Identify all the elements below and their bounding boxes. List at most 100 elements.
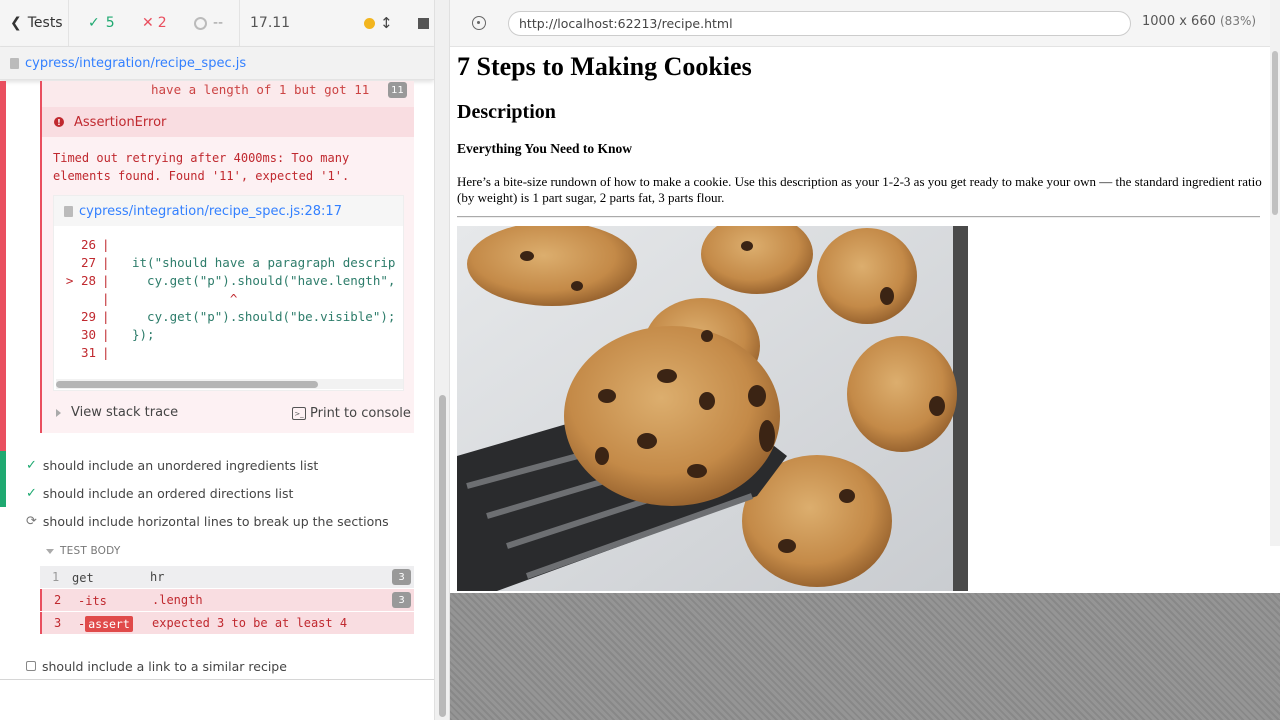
running-indicator (364, 0, 376, 46)
line-code: cy.get("p").should("be.visible"); (132, 309, 396, 324)
cookie-photo-illustration (457, 226, 968, 591)
command-number: 3 (54, 616, 62, 630)
command-row-failed[interactable]: 2 -its .length 3 (40, 589, 414, 611)
tests-nav-button[interactable]: ❮ Tests (0, 0, 69, 46)
error-message-line-1: Timed out retrying after 4000ms: Too man… (53, 151, 350, 165)
check-icon: ✓ (88, 15, 100, 31)
element-count-badge: 11 (388, 82, 407, 98)
stop-icon (418, 17, 429, 29)
error-panel: ! AssertionError Timed out retrying afte… (40, 107, 414, 433)
line-bar: | (102, 327, 110, 342)
test-item-passed[interactable]: ✓ should include an unordered ingredient… (26, 454, 318, 476)
arrows-vertical-icon: ↕ (380, 14, 393, 32)
app-preview-panel: http://localhost:62213/recipe.html 1000 … (450, 0, 1280, 720)
spec-file-bar: cypress/integration/recipe_spec.js (0, 47, 434, 80)
file-icon (10, 57, 19, 69)
code-line-caret: | ^ (54, 290, 403, 308)
command-number: 2 (54, 593, 62, 607)
reporter-header: ❮ Tests ✓ 5 ✕ 2 -- 17.11 ↕ (0, 0, 434, 47)
description-paragraph: Here’s a bite-size rundown of how to mak… (457, 174, 1262, 205)
failed-count: 2 (157, 15, 167, 31)
error-name: AssertionError (74, 114, 167, 130)
file-icon (64, 205, 73, 217)
command-number: 1 (52, 570, 60, 584)
element-count-badge: 3 (392, 592, 411, 608)
test-body-toggle[interactable]: TEST BODY (46, 545, 120, 557)
terminal-icon: >_ (292, 407, 306, 420)
reporter-resize-handle[interactable] (434, 0, 450, 720)
code-line: 31 | (54, 344, 403, 362)
url-field[interactable]: http://localhost:62213/recipe.html (508, 11, 1131, 36)
line-number: 26 (80, 237, 96, 252)
reporter-scrollbar-thumb[interactable] (439, 395, 446, 717)
cookie-photo (457, 226, 968, 591)
command-name: - assert (78, 616, 133, 632)
spec-file-link[interactable]: cypress/integration/recipe_spec.js (25, 56, 246, 71)
view-stack-trace-toggle[interactable]: View stack trace (56, 405, 178, 420)
command-message: .length (152, 593, 203, 607)
test-item-running[interactable]: ⟳ should include horizontal lines to bre… (26, 510, 389, 532)
code-line-highlighted: > 28 | cy.get("p").should("have.length", (54, 272, 403, 290)
chevron-left-icon: ❮ (10, 15, 22, 31)
test-item-pending[interactable]: should include a link to a similar recip… (26, 655, 287, 677)
page-subtitle: Description (457, 101, 556, 123)
line-code: cy.get("p").should("have.length", (132, 273, 396, 288)
line-number: 30 (80, 327, 96, 342)
code-frame-file-link[interactable]: cypress/integration/recipe_spec.js:28:17 (79, 204, 342, 219)
caret-down-icon (46, 548, 54, 554)
passed-test-indicator (0, 451, 6, 507)
passed-stat: ✓ 5 (70, 0, 126, 46)
print-to-console-button[interactable]: >_ Print to console (292, 406, 411, 421)
test-body-label: TEST BODY (60, 545, 121, 557)
line-bar: | (102, 309, 110, 324)
selector-playground-icon[interactable] (472, 16, 486, 30)
error-header: ! AssertionError (42, 107, 414, 137)
previous-command-row[interactable]: have a length of 1 but got 11 11 (40, 81, 414, 107)
assert-tag: assert (85, 616, 133, 632)
test-item-passed[interactable]: ✓ should include an ordered directions l… (26, 482, 293, 504)
code-frame-file: cypress/integration/recipe_spec.js:28:17 (54, 196, 403, 226)
line-number: 27 (80, 255, 96, 270)
code-frame-source: 26 | 27 | it("should have a paragraph descr… (54, 236, 403, 362)
code-line: 26 | (54, 236, 403, 254)
code-line: 27 | it("should have a paragraph descrip (54, 254, 403, 272)
command-row[interactable]: 1 get hr 3 (40, 566, 414, 588)
check-icon: ✓ (26, 485, 37, 501)
code-line: 30 |}); (54, 326, 403, 344)
x-icon: ✕ (142, 15, 154, 31)
line-number: 29 (80, 309, 96, 324)
passed-count: 5 (105, 15, 115, 31)
viewport-scale: (83%) (1220, 14, 1257, 28)
previous-command-message: have a length of 1 but got 11 (151, 82, 370, 97)
reporter-panel: ❮ Tests ✓ 5 ✕ 2 -- 17.11 ↕ cypress/integ… (0, 0, 434, 720)
code-frame: cypress/integration/recipe_spec.js:28:17… (53, 195, 404, 391)
test-title: should include an ordered directions lis… (42, 485, 294, 501)
line-number: 31 (80, 345, 96, 360)
runner-header: http://localhost:62213/recipe.html 1000 … (450, 0, 1280, 47)
caret-right-icon (56, 408, 61, 417)
element-count-badge: 3 (392, 569, 411, 585)
line-code: it("should have a paragraph descrip (132, 255, 396, 270)
line-bar: | (102, 237, 110, 252)
cypress-runner-window: ❮ Tests ✓ 5 ✕ 2 -- 17.11 ↕ cypress/integ… (0, 0, 1280, 720)
code-frame-scrollbar-thumb[interactable] (56, 381, 318, 388)
command-row-failed[interactable]: 3 - assert expected 3 to be at least 4 (40, 612, 414, 634)
tests-label: Tests (27, 15, 63, 31)
print-to-console-label: Print to console (310, 406, 411, 421)
stop-button[interactable] (418, 0, 430, 46)
line-number: > 28 (65, 273, 96, 288)
alert-circle-icon: ! (54, 117, 64, 127)
error-message: Timed out retrying after 4000ms: Too man… (53, 149, 403, 185)
preview-scrollbar-thumb[interactable] (1272, 51, 1278, 215)
line-bar: | (102, 273, 110, 288)
line-code: }); (132, 327, 155, 342)
url-text: http://localhost:62213/recipe.html (519, 16, 733, 31)
auto-scroll-toggle[interactable]: ↕ (380, 0, 394, 46)
command-name: get (72, 571, 94, 585)
status-dot-icon (364, 17, 375, 29)
pending-stat: -- (182, 0, 240, 46)
section-heading: Everything You Need to Know (457, 141, 633, 156)
pending-circle-icon (194, 16, 207, 30)
command-message: expected 3 to be at least 4 (152, 616, 348, 630)
viewport-info[interactable]: 1000 x 660 (83%) (1142, 14, 1256, 29)
